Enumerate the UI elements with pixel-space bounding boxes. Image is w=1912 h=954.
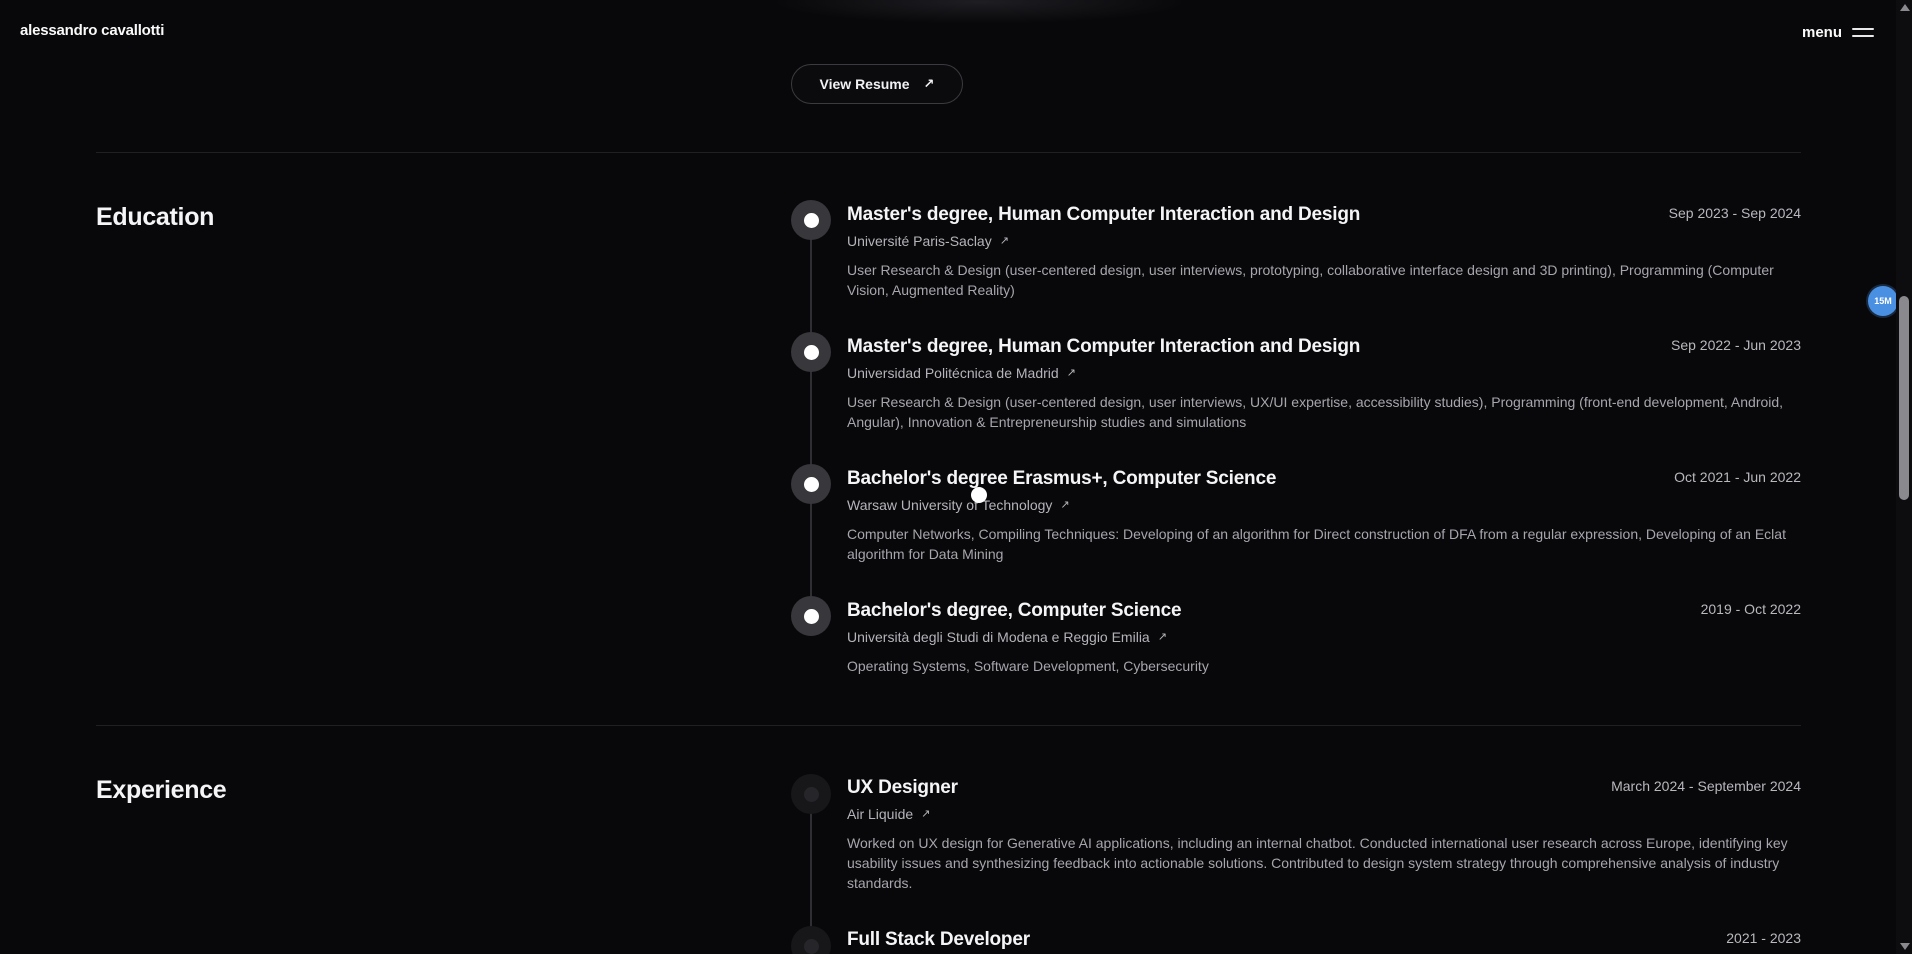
institution-name: Università degli Studi di Modena e Reggi…: [847, 629, 1150, 645]
institution-name: Université Paris-Saclay: [847, 233, 992, 249]
institution-link[interactable]: Warsaw University of Technology ↗: [847, 496, 1070, 514]
institution-name: Warsaw University of Technology: [847, 497, 1053, 513]
entry-description: User Research & Design (user-centered de…: [847, 262, 1774, 298]
entry-description: Computer Networks, Compiling Techniques:…: [847, 526, 1786, 562]
entry-date: 2021 - 2023: [1726, 930, 1801, 946]
entry-description: Operating Systems, Software Development,…: [847, 658, 1209, 674]
view-resume-button[interactable]: View Resume ↗: [791, 64, 963, 104]
entry-title: Master's degree, Human Computer Interact…: [847, 204, 1361, 225]
entry-date: Sep 2022 - Jun 2023: [1671, 337, 1801, 353]
section-divider: [96, 725, 1801, 726]
site-brand[interactable]: alessandro cavallotti: [20, 22, 164, 39]
entry-date: Sep 2023 - Sep 2024: [1668, 205, 1801, 221]
entry-description: User Research & Design (user-centered de…: [847, 394, 1784, 430]
company-link[interactable]: Air Liquide ↗: [847, 805, 930, 823]
section-divider: [96, 152, 1801, 153]
entry-title: Bachelor's degree, Computer Science: [847, 600, 1182, 621]
education-heading: Education: [96, 203, 215, 231]
experience-entry: Full Stack Developer 2021 - 2023: [847, 928, 1801, 952]
experience-heading: Experience: [96, 776, 227, 804]
education-entry: Master's degree, Human Computer Interact…: [847, 203, 1801, 300]
hamburger-icon: [1852, 27, 1875, 37]
timeline-node: [791, 464, 831, 504]
menu-label: menu: [1802, 23, 1843, 41]
scroll-up-arrow-icon[interactable]: [1900, 4, 1910, 11]
entry-title: Full Stack Developer: [847, 929, 1030, 950]
company-name: Air Liquide: [847, 806, 914, 822]
external-arrow-icon: ↗: [999, 235, 1009, 247]
custom-cursor: [971, 487, 987, 503]
scrollbar[interactable]: [1896, 0, 1912, 954]
entry-title: Bachelor's degree Erasmus+, Computer Sci…: [847, 468, 1277, 489]
experience-entry: UX Designer March 2024 - September 2024 …: [847, 776, 1801, 893]
external-arrow-icon: ↗: [1066, 367, 1076, 379]
view-resume-label: View Resume: [819, 76, 910, 92]
education-entry: Master's degree, Human Computer Interact…: [847, 335, 1801, 432]
entry-title: Master's degree, Human Computer Interact…: [847, 336, 1361, 357]
institution-link[interactable]: Università degli Studi di Modena e Reggi…: [847, 628, 1167, 646]
external-arrow-icon: ↗: [921, 808, 931, 820]
external-arrow-icon: ↗: [923, 76, 935, 91]
timeline-node: [791, 200, 831, 240]
institution-name: Universidad Politécnica de Madrid: [847, 365, 1059, 381]
scroll-down-arrow-icon[interactable]: [1900, 943, 1910, 950]
institution-link[interactable]: Université Paris-Saclay ↗: [847, 232, 1009, 250]
education-timeline-line: [810, 221, 812, 617]
timeline-node: [791, 774, 831, 814]
timeline-node: [791, 926, 831, 954]
floating-badge[interactable]: 15M: [1868, 286, 1898, 316]
entry-date: 2019 - Oct 2022: [1700, 601, 1801, 617]
menu-button[interactable]: menu: [1802, 21, 1880, 43]
timeline-node: [791, 332, 831, 372]
institution-link[interactable]: Universidad Politécnica de Madrid ↗: [847, 364, 1076, 382]
entry-date: March 2024 - September 2024: [1611, 778, 1801, 794]
page: alessandro cavallotti menu View Resume ↗…: [0, 0, 1912, 954]
external-arrow-icon: ↗: [1060, 499, 1070, 511]
hero-glow: [770, 0, 1190, 24]
entry-date: Oct 2021 - Jun 2022: [1674, 469, 1801, 485]
education-entry: Bachelor's degree Erasmus+, Computer Sci…: [847, 467, 1801, 564]
timeline-node: [791, 596, 831, 636]
education-entry: Bachelor's degree, Computer Science 2019…: [847, 599, 1801, 676]
external-arrow-icon: ↗: [1157, 631, 1167, 643]
scrollbar-thumb[interactable]: [1899, 296, 1909, 500]
entry-description: Worked on UX design for Generative AI ap…: [847, 835, 1788, 891]
